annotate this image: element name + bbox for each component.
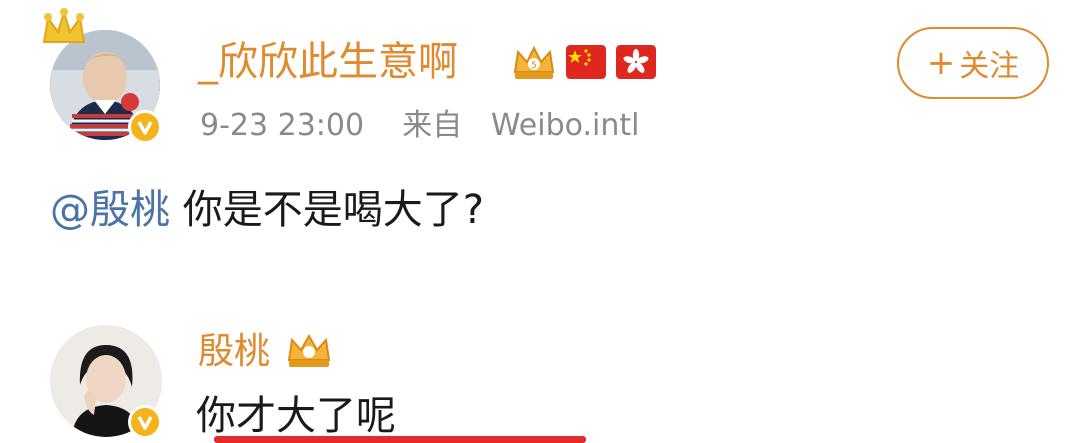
post-meta: 9-23 23:00 来自 Weibo.intl (200, 104, 639, 148)
crown-icon (42, 8, 86, 43)
reply-content: 你才大了呢 (196, 393, 396, 439)
china-flag-icon (566, 45, 606, 79)
svg-text:5: 5 (531, 61, 537, 71)
follow-label: 关注 (959, 49, 1020, 84)
post-username[interactable]: _欣欣此生意啊 (198, 34, 458, 90)
hong-kong-flag-icon (616, 45, 656, 79)
post-source: Weibo.intl (490, 108, 640, 143)
follow-button[interactable]: + 关注 (897, 27, 1049, 99)
post-time: 9-23 23:00 (200, 108, 365, 143)
post-content: @殷桃 你是不是喝大了? (50, 180, 484, 240)
plus-icon: + (926, 43, 956, 83)
verified-badge-icon (128, 110, 162, 144)
vip-crown-icon (287, 333, 331, 367)
weibo-comment-screenshot: _欣欣此生意啊 5 9-23 23:00 来自 Weibo.intl + 关注 … (0, 0, 1080, 443)
user-badges: 5 (512, 42, 656, 82)
highlight-underline (214, 436, 586, 443)
post-source-prefix: 来自 (402, 108, 463, 143)
post-body: 你是不是喝大了? (170, 187, 484, 233)
mention-link[interactable]: @殷桃 (50, 187, 170, 233)
vip-crown-icon: 5 (513, 45, 555, 79)
verified-badge-icon (128, 405, 162, 439)
reply-username[interactable]: 殷桃 (198, 326, 270, 378)
